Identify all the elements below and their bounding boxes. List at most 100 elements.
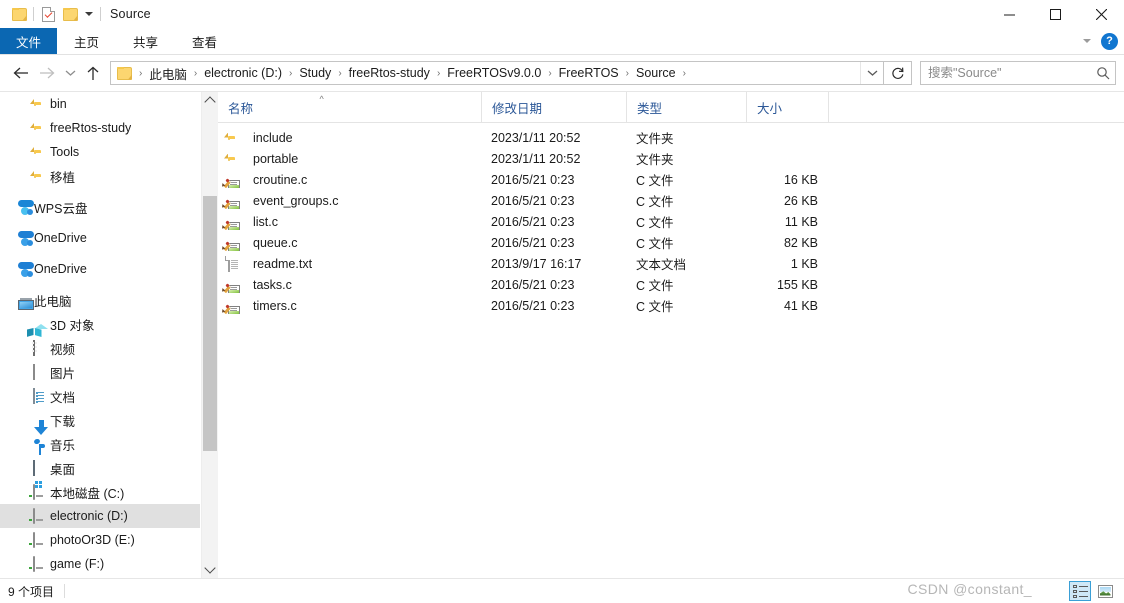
sidebar-item-bin[interactable]: bin — [0, 92, 200, 116]
column-header-size[interactable]: 大小 — [746, 92, 828, 122]
scroll-down-arrow-icon[interactable] — [202, 561, 218, 578]
sidebar-item-label: 下载 — [50, 414, 76, 429]
file-name-cell[interactable]: include — [218, 129, 481, 146]
sidebar-item-[interactable]: 桌面 — [0, 456, 200, 480]
breadcrumb-item-0[interactable]: 此电脑 — [147, 64, 189, 83]
column-header-type[interactable]: 类型 — [626, 92, 746, 122]
file-name-cell[interactable]: queue.c — [218, 234, 481, 251]
up-button[interactable] — [80, 60, 106, 86]
sidebar-item-c[interactable]: 本地磁盘 (C:) — [0, 480, 200, 504]
search-box[interactable] — [920, 61, 1116, 85]
file-name-cell[interactable]: event_groups.c — [218, 192, 481, 209]
sidebar-item-[interactable]: 音乐 — [0, 432, 200, 456]
expand-ribbon-chevron-icon[interactable] — [1083, 39, 1091, 43]
sidebar-item-game-f[interactable]: game (F:) — [0, 552, 200, 576]
new-folder-icon[interactable] — [59, 3, 81, 25]
search-input[interactable] — [921, 65, 1091, 81]
details-view-button[interactable] — [1069, 581, 1091, 601]
breadcrumb-folder-icon[interactable] — [116, 66, 134, 80]
breadcrumb-item-4[interactable]: FreeRTOSv9.0.0 — [445, 66, 543, 80]
table-row[interactable]: queue.c 2016/5/21 0:23 C 文件 82 KB — [218, 232, 1124, 253]
breadcrumb-item-2[interactable]: Study — [297, 66, 333, 80]
sidebar-item-[interactable]: 此电脑 — [0, 288, 200, 312]
table-row[interactable]: readme.txt 2013/9/17 16:17 文本文档 1 KB — [218, 253, 1124, 274]
sidebar-item-wps[interactable]: WPS云盘 — [0, 195, 200, 219]
back-button[interactable] — [8, 60, 34, 86]
table-row[interactable]: list.c 2016/5/21 0:23 C 文件 11 KB — [218, 211, 1124, 232]
scroll-up-arrow-icon[interactable] — [202, 92, 218, 109]
sidebar-item-3d[interactable]: 3D 对象 — [0, 312, 200, 337]
file-name-cell[interactable]: tasks.c — [218, 276, 481, 293]
tab-file[interactable]: 文件 — [0, 28, 58, 54]
breadcrumb-item-1[interactable]: electronic (D:) — [202, 66, 284, 80]
breadcrumb-dropdown-chevron-icon[interactable] — [860, 62, 883, 84]
forward-button[interactable] — [34, 60, 60, 86]
table-row[interactable]: event_groups.c 2016/5/21 0:23 C 文件 26 KB — [218, 190, 1124, 211]
file-size-cell: 26 KB — [783, 193, 818, 208]
tab-view[interactable]: 查看 — [175, 28, 234, 54]
table-row[interactable]: timers.c 2016/5/21 0:23 C 文件 41 KB — [218, 295, 1124, 316]
breadcrumb-separator-3[interactable]: › — [333, 68, 346, 79]
sidebar-item-[interactable]: 下载 — [0, 408, 200, 435]
sidebar-item-[interactable]: 图片 — [0, 360, 200, 384]
column-header-name[interactable]: 名称 ^ — [218, 92, 481, 122]
large-icons-view-button[interactable] — [1094, 581, 1116, 601]
desktop-icon — [24, 458, 44, 478]
file-name-cell[interactable]: croutine.c — [218, 171, 481, 188]
table-row[interactable]: croutine.c 2016/5/21 0:23 C 文件 16 KB — [218, 169, 1124, 190]
breadcrumb-separator-5[interactable]: › — [543, 68, 556, 79]
sidebar-item-label: Tools — [50, 145, 80, 159]
sidebar-item-onedrive[interactable]: OneDrive — [0, 226, 200, 250]
chevron-down-icon[interactable] — [81, 3, 97, 25]
breadcrumb-separator-1[interactable]: › — [189, 68, 202, 79]
navigation-group-gap — [0, 219, 200, 226]
file-name-cell[interactable]: portable — [218, 150, 481, 167]
sidebar-item-tools[interactable]: Tools — [0, 140, 200, 164]
table-row[interactable]: include 2023/1/11 20:52 文件夹 — [218, 127, 1124, 148]
breadcrumb-separator-2[interactable]: › — [284, 68, 297, 79]
refresh-button[interactable] — [884, 61, 912, 85]
navigation-scrollbar[interactable] — [201, 92, 218, 578]
table-row[interactable]: portable 2023/1/11 20:52 文件夹 — [218, 148, 1124, 169]
sidebar-item-[interactable]: 视频 — [0, 336, 200, 360]
breadcrumb-separator-6[interactable]: › — [621, 68, 634, 79]
ribbon-right-controls: ? — [1083, 28, 1118, 54]
minimize-button[interactable] — [986, 0, 1032, 28]
window-title: Source — [110, 7, 151, 21]
column-header-date[interactable]: 修改日期 — [481, 92, 626, 122]
sidebar-item-freertos-study[interactable]: freeRtos-study — [0, 116, 200, 140]
properties-checked-doc-icon[interactable] — [37, 3, 59, 25]
sidebar-item-[interactable]: 文档 — [0, 384, 200, 408]
folder-icon[interactable] — [8, 3, 30, 25]
table-row[interactable]: tasks.c 2016/5/21 0:23 C 文件 155 KB — [218, 274, 1124, 295]
navigation-pane: bin freeRtos-study Tools 移植 WPS云盘 OneDrive One… — [0, 92, 218, 578]
breadcrumb-item-6[interactable]: Source — [634, 66, 678, 80]
tab-share[interactable]: 共享 — [116, 28, 175, 54]
column-header-end-divider — [828, 92, 830, 122]
music-icon — [24, 434, 45, 455]
recent-locations-chevron-icon[interactable] — [60, 60, 80, 86]
breadcrumb-item-5[interactable]: FreeRTOS — [557, 66, 621, 80]
scrollbar-thumb[interactable] — [203, 196, 217, 451]
file-name-cell[interactable]: readme.txt — [218, 255, 481, 272]
tab-home[interactable]: 主页 — [57, 28, 116, 54]
sidebar-item-electronic-d[interactable]: electronic (D:) — [0, 504, 200, 528]
close-button[interactable] — [1078, 0, 1124, 28]
help-button[interactable]: ? — [1101, 32, 1118, 50]
file-name-cell[interactable]: timers.c — [218, 297, 481, 314]
maximize-button[interactable] — [1032, 0, 1078, 28]
file-name-label: queue.c — [253, 235, 298, 250]
breadcrumb-item-3[interactable]: freeRtos-study — [347, 66, 432, 80]
search-icon[interactable] — [1091, 66, 1115, 80]
sidebar-item-photoor3d-e[interactable]: photoOr3D (E:) — [0, 528, 200, 552]
breadcrumb-separator-7[interactable]: › — [678, 68, 691, 79]
sidebar-item-onedrive[interactable]: OneDrive — [0, 257, 200, 281]
breadcrumb-separator-0[interactable]: › — [134, 68, 147, 79]
breadcrumb-bar[interactable]: › 此电脑 › electronic (D:) › Study › freeRt… — [110, 61, 884, 85]
breadcrumb-separator-4[interactable]: › — [432, 68, 445, 79]
folder-icon — [224, 129, 248, 146]
c-file-icon — [220, 234, 248, 251]
file-rows: include 2023/1/11 20:52 文件夹 portable 2023/1/… — [218, 123, 1124, 578]
file-name-cell[interactable]: list.c — [218, 213, 481, 230]
sidebar-item-[interactable]: 移植 — [0, 164, 200, 188]
